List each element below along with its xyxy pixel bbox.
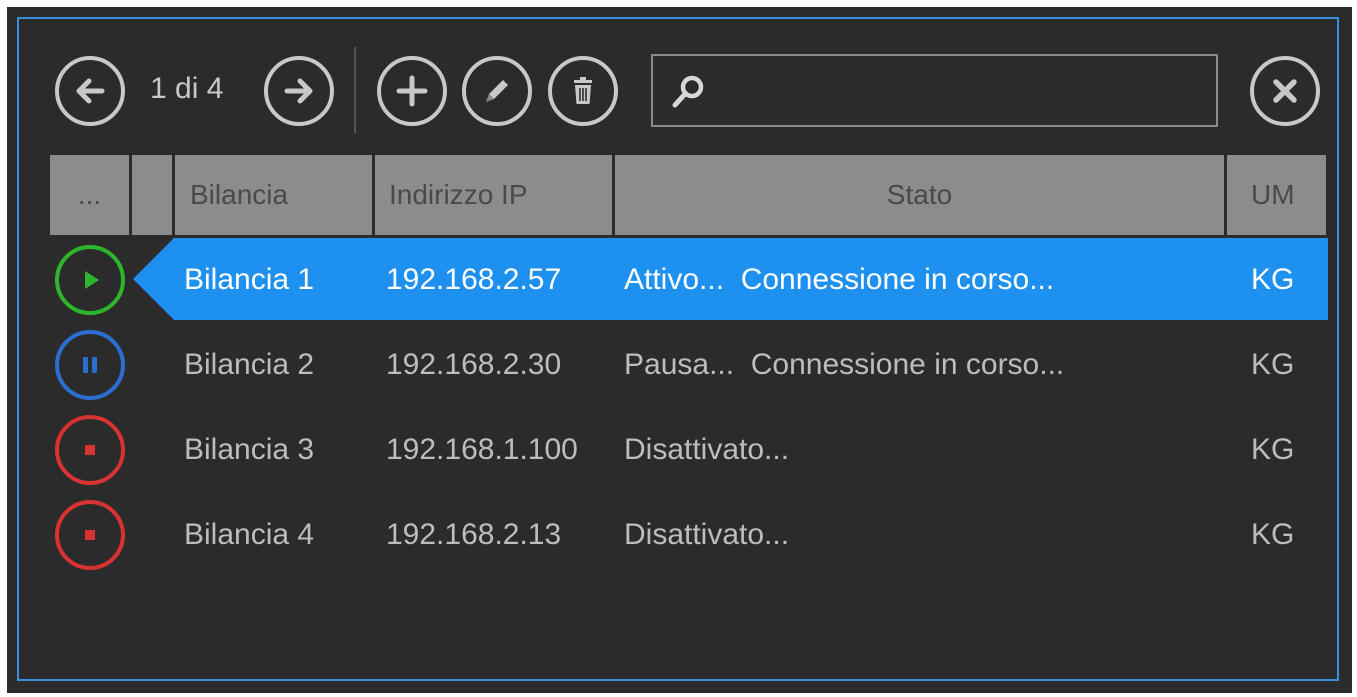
header-status[interactable]: ... <box>50 155 129 235</box>
pencil-icon <box>486 80 508 102</box>
table-row[interactable]: Bilancia 2 192.168.2.30 Pausa... Conness… <box>0 322 1357 407</box>
header-bilancia[interactable]: Bilancia <box>175 155 372 235</box>
table-row[interactable]: Bilancia 4 192.168.2.13 Disattivato... K… <box>0 492 1357 577</box>
header-ip[interactable]: Indirizzo IP <box>375 155 612 235</box>
arrow-left-icon <box>76 78 105 104</box>
search-input[interactable] <box>715 64 1209 120</box>
page-indicator: 1 di 4 <box>150 72 224 105</box>
cell-um: KG <box>1251 263 1295 296</box>
cell-ip: 192.168.2.13 <box>386 518 562 551</box>
delete-button[interactable] <box>548 56 618 126</box>
cell-um: KG <box>1251 433 1295 466</box>
trash-icon <box>574 77 592 104</box>
cell-um: KG <box>1251 518 1295 551</box>
cell-stato: Disattivato... <box>624 433 790 466</box>
cell-bilancia: Bilancia 3 <box>184 433 315 466</box>
cell-stato: Pausa... Connessione in corso... <box>624 348 1065 381</box>
cell-ip: 192.168.1.100 <box>386 433 578 466</box>
header-stato[interactable]: Stato <box>615 155 1224 235</box>
prev-page-button[interactable] <box>55 56 125 126</box>
cell-bilancia: Bilancia 4 <box>184 518 315 551</box>
next-page-button[interactable] <box>264 56 334 126</box>
table-row[interactable]: Bilancia 1 192.168.2.57 Attivo... Connes… <box>0 237 1357 322</box>
table-row[interactable]: Bilancia 3 192.168.1.100 Disattivato... … <box>0 407 1357 492</box>
cell-stato: Attivo... Connessione in corso... <box>624 263 1055 296</box>
search-box[interactable] <box>651 54 1218 127</box>
cell-ip: 192.168.2.30 <box>386 348 562 381</box>
cell-um: KG <box>1251 348 1295 381</box>
close-icon <box>1273 79 1297 103</box>
cell-ip: 192.168.2.57 <box>386 263 562 296</box>
plus-icon <box>396 75 428 107</box>
search-icon <box>672 75 704 108</box>
add-button[interactable] <box>377 56 447 126</box>
cell-bilancia: Bilancia 2 <box>184 348 315 381</box>
cell-bilancia: Bilancia 1 <box>184 263 315 296</box>
header-blank[interactable] <box>132 155 172 235</box>
header-um[interactable]: UM <box>1227 155 1326 235</box>
arrow-right-icon <box>284 78 313 104</box>
edit-button[interactable] <box>462 56 532 126</box>
toolbar-divider <box>354 47 356 133</box>
close-button[interactable] <box>1250 56 1320 126</box>
cell-stato: Disattivato... <box>624 518 790 551</box>
